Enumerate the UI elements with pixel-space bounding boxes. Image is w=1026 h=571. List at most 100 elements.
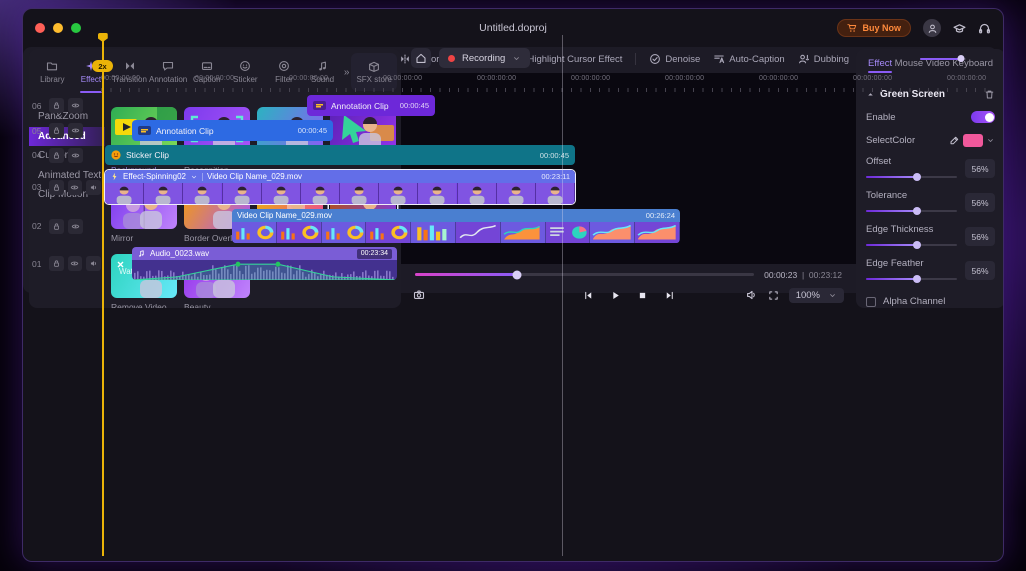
ruler-timecode: 00:00:00:00 [383, 75, 422, 82]
filmstrip-frame [497, 183, 536, 204]
recording-dot-icon [448, 55, 455, 62]
clip-duration: 00:23:34 [357, 249, 392, 259]
clip-audio-0023-wav[interactable]: Audio_0023.wav00:23:34 [132, 247, 397, 280]
account-button[interactable] [923, 19, 941, 37]
clip-video-clip-name-029-mov[interactable]: Effect-Spinning02Video Clip Name_029.mov… [104, 169, 576, 205]
annotation-clip-icon [313, 101, 326, 110]
buy-now-label: Buy Now [862, 23, 901, 33]
track-number: 01 [32, 259, 45, 269]
annotation-clip-icon [138, 126, 151, 135]
play-button[interactable] [610, 290, 621, 301]
video-clip-filmstrip [105, 183, 575, 204]
track-lane-06: Annotation Clip 00:00:45 [101, 95, 997, 116]
home-button[interactable] [411, 48, 431, 68]
filmstrip-frame [262, 183, 301, 204]
track-header-04: 04 [23, 145, 101, 165]
eye-icon [71, 222, 80, 231]
clip-sticker-clip[interactable]: Sticker Clip00:00:45 [105, 145, 575, 165]
tutorials-button[interactable] [953, 22, 966, 35]
timeline-zoom-handle[interactable] [958, 55, 965, 62]
eye-icon [71, 101, 80, 110]
track-number: 03 [32, 182, 45, 192]
clip-annotation-clip[interactable]: Annotation Clip 00:00:45 [307, 95, 435, 116]
track-header-03: 03 [23, 169, 101, 205]
toggle-visibility-button[interactable] [68, 98, 83, 113]
volume-button[interactable] [746, 289, 758, 301]
filmstrip-frame [379, 183, 418, 204]
effect-name: Remove Video Watermark [111, 302, 177, 308]
preview-zoom-value: 100% [796, 290, 820, 301]
home-icon [415, 52, 427, 64]
toggle-visibility-button[interactable] [68, 219, 83, 234]
alpha-channel-checkbox[interactable] [866, 297, 876, 307]
mute-track-button[interactable] [86, 256, 101, 271]
clip-annotation-clip[interactable]: Annotation Clip00:00:45 [132, 120, 333, 141]
source-selector[interactable]: Recording [439, 48, 530, 68]
track-lane-05: Annotation Clip00:00:45 [101, 120, 997, 141]
next-frame-icon [664, 290, 675, 301]
timeline-ruler[interactable]: 00:00:00:00 00:00:00:00 00:00:00:00 00:00:0… [23, 71, 997, 95]
filmstrip-frame [418, 183, 457, 204]
headset-icon [978, 22, 991, 35]
toggle-visibility-button[interactable] [68, 180, 83, 195]
timeline-hover-line [562, 47, 563, 293]
support-button[interactable] [978, 22, 991, 35]
clip-video-clip-name-029-mov[interactable]: Video Clip Name_029.mov00:26:24 [232, 209, 680, 243]
timeline-panel: CropSplitMarkVoiceGreen ScreenMirrorMosa… [23, 47, 997, 293]
track-number: 04 [32, 150, 45, 160]
clip-duration: 00:00:45 [400, 101, 429, 110]
eye-icon [70, 259, 79, 268]
track-row-02: 02Video Clip Name_029.mov00:26:24 [23, 209, 997, 243]
fullscreen-button[interactable] [768, 290, 779, 301]
track-row-04: 04 Sticker Clip00:00:45 [23, 145, 997, 165]
chevron-down-icon [512, 54, 521, 63]
filmstrip-frame [536, 183, 575, 204]
lock-track-button[interactable] [49, 98, 64, 113]
toggle-visibility-button[interactable] [68, 256, 83, 271]
previous-frame-button[interactable] [583, 290, 594, 301]
next-frame-button[interactable] [664, 290, 675, 301]
track-number: 06 [32, 101, 45, 111]
eye-icon [71, 151, 80, 160]
filmstrip-frame [458, 183, 497, 204]
chevron-down-icon[interactable] [190, 173, 198, 181]
video-clip-header: Video Clip Name_029.mov00:26:24 [232, 209, 680, 222]
lock-track-button[interactable] [49, 148, 64, 163]
timeline-zoom-slider[interactable] [920, 55, 966, 63]
previous-frame-icon [583, 290, 594, 301]
stop-button[interactable] [637, 290, 648, 301]
speaker-icon [89, 259, 98, 268]
buy-now-button[interactable]: Buy Now [837, 19, 911, 37]
sticker-clip-icon [111, 150, 121, 160]
clip-label: Sticker Clip [126, 150, 169, 160]
preview-zoom-select[interactable]: 100% [789, 288, 844, 303]
fullscreen-icon [768, 290, 779, 301]
clip-label: Annotation Clip [156, 126, 214, 136]
lock-track-button[interactable] [49, 256, 64, 271]
ruler-timecode: 00:00:00:00 [289, 75, 328, 82]
lock-icon [52, 259, 61, 268]
timeline-playhead[interactable]: 2x [102, 47, 104, 293]
filmstrip-frame [635, 222, 680, 243]
eye-icon [70, 183, 79, 192]
ruler-timecode: 00:00:00:00 [571, 75, 610, 82]
filmstrip-frame [501, 222, 546, 243]
effect-name: Beauty [184, 302, 250, 308]
track-header-05: 05 [23, 120, 101, 141]
video-clip-filmstrip [232, 222, 680, 243]
mute-track-button[interactable] [86, 180, 101, 195]
lock-track-button[interactable] [49, 180, 64, 195]
clip-label: Video Clip Name_029.mov [237, 211, 332, 220]
lock-track-button[interactable] [49, 219, 64, 234]
lock-track-button[interactable] [49, 123, 64, 138]
clip-label: Annotation Clip [331, 101, 389, 111]
cart-icon [847, 23, 857, 33]
toggle-visibility-button[interactable] [68, 123, 83, 138]
lock-icon [52, 222, 61, 231]
ruler-timecode: 00:00:00:00 [101, 75, 140, 82]
toggle-visibility-button[interactable] [68, 148, 83, 163]
lock-icon [52, 183, 61, 192]
filmstrip-frame [411, 222, 456, 243]
app-window: Untitled.doproj Buy Now LibraryEffectTra… [22, 8, 1004, 562]
filmstrip-frame [183, 183, 222, 204]
